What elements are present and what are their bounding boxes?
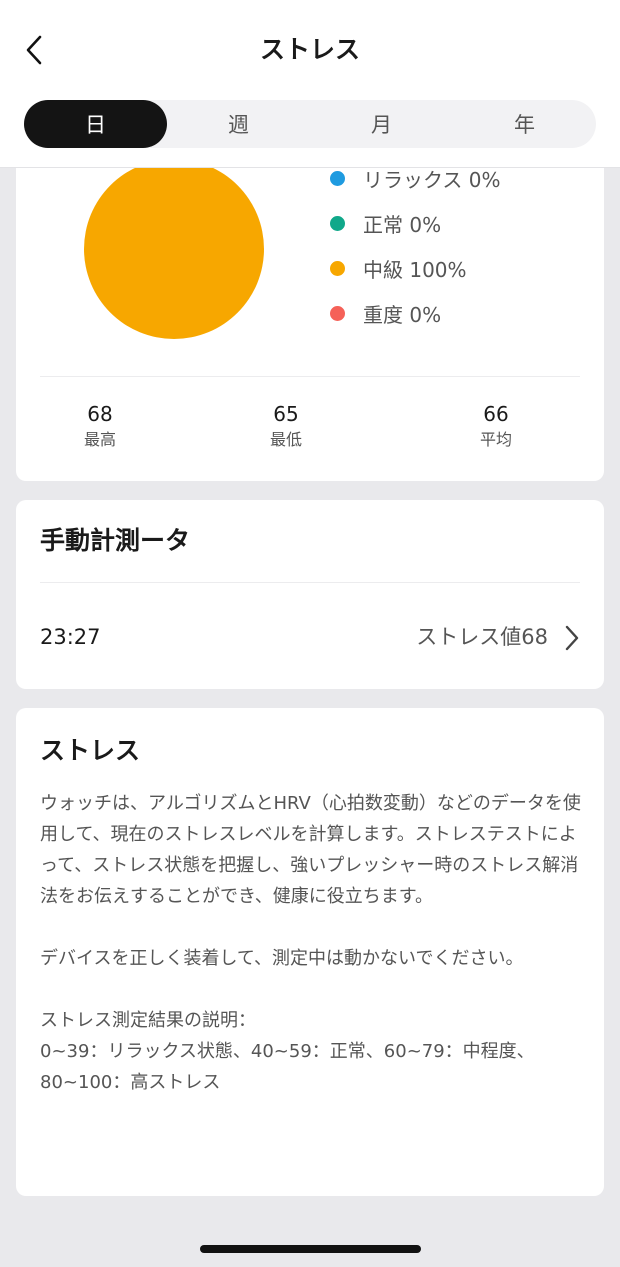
legend-item-severe: 重度 0% [330, 291, 501, 336]
stress-distribution-pie-chart [84, 159, 264, 339]
info-title: ストレス [40, 736, 141, 765]
legend-dot-normal [330, 216, 345, 231]
tab-month[interactable]: 月 [310, 100, 453, 148]
divider [40, 376, 580, 377]
stat-min-label: 最低 [269, 430, 302, 449]
home-indicator [200, 1245, 421, 1253]
top-header: ストレス 日 週 月 年 [0, 0, 620, 168]
stress-info-card: ストレス ウォッチは、アルゴリズムとHRV（心拍数変動）などのデータを使用して、… [16, 708, 604, 1196]
stat-average: 66 平均 [436, 400, 556, 452]
page-title: ストレス [259, 35, 360, 64]
legend-label: 中級 100% [363, 258, 467, 282]
stat-average-value: 66 [483, 402, 509, 426]
stat-min: 65 最低 [226, 400, 346, 452]
pie-legend: リラックス 0% 正常 0% 中級 100% 重度 0% [330, 156, 501, 336]
legend-item-moderate: 中級 100% [330, 246, 501, 291]
manual-measurement-card: 手動計測ータ 23:27 ストレス値68 [16, 500, 604, 689]
tab-year[interactable]: 年 [453, 100, 596, 148]
legend-label: 重度 0% [363, 303, 442, 327]
legend-dot-relax [330, 171, 345, 186]
info-body: ウォッチは、アルゴリズムとHRV（心拍数変動）などのデータを使用して、現在のスト… [40, 788, 585, 1098]
pie-slice-2 [84, 159, 264, 339]
divider [40, 582, 580, 583]
stat-min-value: 65 [273, 402, 299, 426]
record-time: 23:27 [40, 625, 101, 649]
chevron-right-icon [565, 625, 579, 651]
stat-average-label: 平均 [479, 430, 512, 449]
legend-label: 正常 0% [363, 213, 442, 237]
record-stress-value: ストレス値68 [416, 625, 548, 649]
stat-max: 68 最高 [40, 400, 160, 452]
manual-data-title: 手動計測ータ [40, 526, 191, 555]
legend-dot-moderate [330, 261, 345, 276]
legend-dot-severe [330, 306, 345, 321]
measurement-record-row[interactable]: 23:27 ストレス値68 [16, 584, 604, 689]
legend-label: リラックス 0% [363, 168, 501, 192]
period-tabs: 日 週 月 年 [24, 100, 596, 148]
tab-day[interactable]: 日 [24, 100, 167, 148]
tab-week[interactable]: 週 [167, 100, 310, 148]
info-paragraph-legend-ranges: 0~39：リラックス状態、40~59：正常、60~79：中程度、80~100：高… [40, 1041, 535, 1093]
stress-summary-card: リラックス 0% 正常 0% 中級 100% 重度 0% 68 最高 65 最低… [16, 120, 604, 481]
info-paragraph-usage: デバイスを正しく装着して、測定中は動かないでください。 [40, 948, 524, 969]
legend-item-normal: 正常 0% [330, 201, 501, 246]
info-paragraph-description: ウォッチは、アルゴリズムとHRV（心拍数変動）などのデータを使用して、現在のスト… [40, 793, 581, 907]
stat-max-label: 最高 [83, 430, 116, 449]
info-paragraph-legend-heading: ストレス測定結果の説明： [40, 1010, 256, 1031]
stat-max-value: 68 [87, 402, 113, 426]
